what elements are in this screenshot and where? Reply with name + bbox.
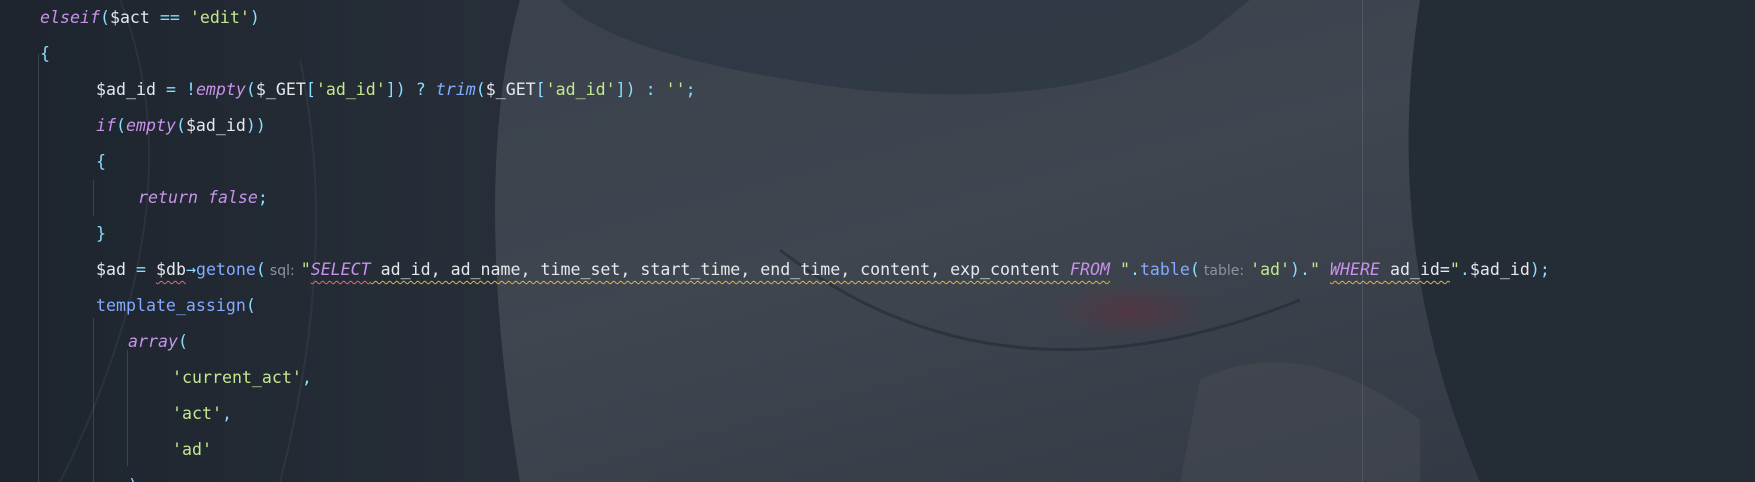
code-line[interactable]: array( — [128, 324, 188, 360]
code-token: if — [96, 116, 116, 135]
code-token: trim — [435, 80, 476, 99]
code-token: " — [300, 260, 311, 279]
code-token: $_GET — [255, 80, 306, 99]
indent-guide — [93, 180, 94, 216]
code-token: , — [221, 404, 232, 423]
code-token: ( — [1189, 260, 1200, 279]
code-line[interactable]: elseif($act == 'edit') — [40, 0, 260, 36]
code-token: $db — [155, 260, 186, 279]
code-token: table — [1139, 260, 1190, 279]
code-token: ( — [99, 8, 110, 27]
code-token: FROM — [1069, 260, 1110, 279]
code-token: } — [96, 224, 106, 243]
code-line[interactable]: } — [96, 216, 106, 252]
code-line[interactable]: $ad_id = !empty($_GET['ad_id']) ? trim($… — [96, 72, 696, 108]
code-token: $_GET — [485, 80, 536, 99]
code-editor[interactable]: elseif($act == 'edit'){$ad_id = !empty($… — [0, 0, 1755, 482]
code-token: ad_id= — [1379, 260, 1450, 279]
code-token: [ — [535, 80, 546, 99]
code-token: $ad_id — [1469, 260, 1530, 279]
code-token: . — [1459, 260, 1470, 279]
code-token: { — [40, 44, 50, 63]
code-token: empty — [195, 80, 246, 99]
code-token: ; — [257, 188, 268, 207]
code-token: 'edit' — [189, 8, 250, 27]
code-token: " — [1310, 260, 1331, 279]
code-token: 'current_act' — [172, 368, 302, 387]
code-token: [ — [305, 80, 316, 99]
parameter-hint: table: — [1203, 263, 1245, 279]
code-line[interactable]: return false; — [138, 180, 268, 216]
code-token: return — [138, 188, 198, 207]
code-token: ( — [245, 296, 256, 315]
code-token: ]) — [385, 80, 406, 99]
code-token: ); — [1529, 260, 1550, 279]
code-token: ) — [249, 8, 260, 27]
code-token: ) — [128, 476, 138, 482]
code-line[interactable]: ) — [128, 468, 138, 482]
code-line[interactable]: { — [96, 144, 106, 180]
code-line[interactable]: 'ad' — [172, 432, 212, 468]
code-token: 'ad' — [172, 440, 212, 459]
code-token: array — [128, 332, 178, 351]
code-token: , — [301, 368, 312, 387]
code-token: { — [96, 152, 106, 171]
code-token: ( — [255, 260, 266, 279]
code-token: $ad_id — [96, 80, 156, 99]
code-token: == — [149, 8, 190, 27]
code-token: $ad — [96, 260, 126, 279]
code-token: ( — [475, 80, 486, 99]
code-line[interactable]: $ad = $db→getone(sql: "SELECT ad_id, ad_n… — [96, 252, 1550, 288]
code-token: empty — [125, 116, 176, 135]
code-token: '' — [665, 80, 686, 99]
code-line[interactable]: if(empty($ad_id)) — [96, 108, 266, 144]
code-token: " — [1449, 260, 1460, 279]
code-token: WHERE — [1330, 260, 1380, 279]
code-token: . — [1300, 260, 1311, 279]
code-token: " — [1109, 260, 1130, 279]
code-line[interactable]: 'current_act', — [172, 360, 312, 396]
indent-guide — [93, 318, 94, 482]
code-token: 'ad_id' — [315, 80, 386, 99]
code-token: . — [1129, 260, 1140, 279]
code-token: : — [635, 80, 666, 99]
code-token: ) — [1290, 260, 1301, 279]
code-line[interactable]: 'act', — [172, 396, 232, 432]
code-token: 'act' — [172, 404, 222, 423]
code-token: elseif — [40, 8, 100, 27]
parameter-hint: sql: — [269, 263, 295, 279]
code-token: ( — [177, 332, 188, 351]
code-token: → — [185, 260, 196, 279]
code-token: ( — [245, 80, 256, 99]
code-token: = — [125, 260, 156, 279]
code-token: = — [155, 80, 186, 99]
code-token: false — [207, 188, 258, 207]
code-line[interactable]: { — [40, 36, 50, 72]
code-token: ? — [405, 80, 436, 99]
code-token: ! — [185, 80, 196, 99]
code-token: ( — [115, 116, 126, 135]
code-token: SELECT — [310, 260, 371, 279]
code-token: )) — [245, 116, 266, 135]
code-token: getone — [195, 260, 256, 279]
code-token: ad_id, ad_name, time_set, start_time, en… — [370, 260, 1070, 279]
code-token: $act — [109, 8, 150, 27]
right-margin-guide — [1362, 0, 1363, 482]
indent-guide — [127, 350, 128, 466]
code-token: $ad_id — [185, 116, 246, 135]
code-token: 'ad' — [1250, 260, 1291, 279]
indent-guide — [38, 54, 39, 482]
code-token: ]) — [615, 80, 636, 99]
code-token: ; — [685, 80, 696, 99]
code-line[interactable]: template_assign( — [96, 288, 256, 324]
code-token: template_assign — [96, 296, 246, 315]
code-token: 'ad_id' — [545, 80, 616, 99]
code-token: ( — [175, 116, 186, 135]
